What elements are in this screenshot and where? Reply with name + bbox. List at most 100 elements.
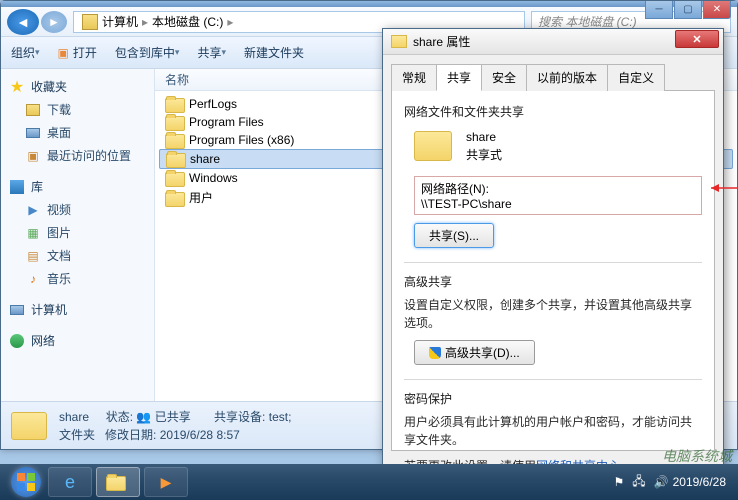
tray-network-icon[interactable]: 🖧: [632, 472, 645, 493]
pictures-label: 图片: [47, 224, 71, 241]
dialog-titlebar[interactable]: share 属性: [383, 29, 723, 55]
nav-back-button[interactable]: ◄: [7, 9, 39, 35]
network-label: 网络: [31, 332, 55, 349]
maximize-button[interactable]: ▢: [674, 1, 702, 19]
advanced-share-label: 高级共享(D)...: [445, 346, 520, 360]
sidebar-item-network[interactable]: 网络: [3, 329, 152, 352]
sidebar-item-desktop[interactable]: 桌面: [3, 121, 152, 144]
sidebar-item-computer[interactable]: 计算机: [3, 298, 152, 321]
breadcrumb-computer[interactable]: 计算机: [102, 13, 138, 30]
file-name: 用户: [189, 189, 213, 206]
folder-icon: [165, 191, 183, 205]
system-tray: ⚑ 🖧 🔊 2019/6/28: [610, 472, 733, 493]
status-date-label: 修改日期:: [105, 428, 156, 442]
folder-icon: [165, 171, 183, 185]
section-network-share-title: 网络文件和文件夹共享: [404, 103, 702, 120]
organize-menu[interactable]: 组织: [11, 44, 40, 61]
sidebar-item-music[interactable]: ♪音乐: [3, 267, 152, 290]
tray-volume-icon[interactable]: 🔊: [654, 475, 669, 489]
computer-icon: [9, 302, 25, 318]
start-button[interactable]: [6, 466, 46, 498]
status-type: 文件夹: [59, 428, 95, 442]
share-info-block: share 共享式: [414, 128, 702, 164]
shield-icon: [429, 347, 441, 359]
tray-flag-icon[interactable]: ⚑: [614, 475, 625, 489]
status-state-value: 已共享: [155, 410, 191, 424]
file-name: Program Files: [189, 115, 264, 129]
section-advanced-title: 高级共享: [404, 273, 702, 290]
sidebar-favorites-header[interactable]: ★ 收藏夹: [3, 75, 152, 98]
advanced-share-button[interactable]: 高级共享(D)...: [414, 340, 535, 365]
picture-icon: ▦: [25, 225, 41, 241]
divider: [404, 262, 702, 263]
computer-label: 计算机: [31, 301, 67, 318]
status-date-value: 2019/6/28 8:57: [160, 428, 240, 442]
file-name: share: [190, 152, 220, 166]
folder-icon: [391, 35, 407, 48]
status-sharedev-value: test;: [269, 410, 292, 424]
close-button[interactable]: ✕: [703, 1, 731, 19]
share-menu[interactable]: 共享: [197, 44, 226, 61]
sidebar-item-downloads[interactable]: 下载: [3, 98, 152, 121]
tab-general[interactable]: 常规: [391, 64, 437, 91]
include-library-menu[interactable]: 包含到库中: [115, 44, 180, 61]
network-path-label: 网络路径(N):: [421, 180, 695, 197]
folder-icon: [166, 152, 184, 166]
status-name: share: [59, 410, 89, 424]
library-icon: [9, 179, 25, 195]
section-password-title: 密码保护: [404, 390, 702, 407]
annotation-arrow: [711, 187, 738, 188]
documents-label: 文档: [47, 247, 71, 264]
window-controls: ─ ▢ ✕: [644, 1, 731, 19]
open-button[interactable]: ▣打开: [58, 44, 97, 61]
advanced-desc: 设置自定义权限，创建多个共享，并设置其他高级共享选项。: [404, 296, 702, 332]
tab-sharing[interactable]: 共享: [436, 64, 482, 91]
star-icon: ★: [9, 79, 25, 95]
divider: [404, 379, 702, 380]
new-folder-button[interactable]: 新建文件夹: [244, 44, 304, 61]
desktop-icon: [25, 125, 41, 141]
folder-icon: [165, 97, 183, 111]
properties-dialog: share 属性 ✕ 常规 共享 安全 以前的版本 自定义 网络文件和文件夹共享…: [382, 28, 724, 482]
sidebar-item-videos[interactable]: ▶视频: [3, 198, 152, 221]
sidebar-item-recent[interactable]: ▣最近访问的位置: [3, 144, 152, 167]
taskbar-media-icon[interactable]: ▶: [144, 467, 188, 497]
minimize-button[interactable]: ─: [645, 1, 673, 19]
sidebar: ★ 收藏夹 下载 桌面 ▣最近访问的位置 库 ▶视频 ▦ 图片 ▤ 文档 ♪音乐 计算…: [1, 69, 155, 409]
dialog-close-button[interactable]: ✕: [675, 30, 719, 48]
folder-icon: [165, 115, 183, 129]
sidebar-item-pictures[interactable]: ▦ 图片: [3, 221, 152, 244]
folder-icon: [165, 133, 183, 147]
taskbar-ie-icon[interactable]: e: [48, 467, 92, 497]
status-sharedev-label: 共享设备:: [214, 410, 265, 424]
share-name: share: [466, 128, 502, 146]
nav-forward-button[interactable]: ►: [41, 11, 67, 33]
recent-icon: ▣: [25, 148, 41, 164]
taskbar-explorer-icon[interactable]: [96, 467, 140, 497]
file-name: Windows: [189, 171, 238, 185]
document-icon: ▤: [25, 248, 41, 264]
watermark: 电脑系统城: [662, 446, 732, 466]
taskbar: e ▶ ⚑ 🖧 🔊 2019/6/28: [0, 464, 738, 500]
tab-security[interactable]: 安全: [481, 64, 527, 91]
tab-customize[interactable]: 自定义: [607, 64, 665, 91]
breadcrumb-drive[interactable]: 本地磁盘 (C:): [152, 13, 223, 30]
desktop-label: 桌面: [47, 124, 71, 141]
video-icon: ▶: [25, 202, 41, 218]
status-folder-icon: [11, 412, 47, 440]
file-name: Program Files (x86): [189, 133, 294, 147]
sidebar-libraries-header[interactable]: 库: [3, 175, 152, 198]
dialog-title: share 属性: [413, 33, 470, 50]
sidebar-item-documents[interactable]: ▤ 文档: [3, 244, 152, 267]
network-path-box: 网络路径(N): \\TEST-PC\share: [414, 176, 702, 215]
tab-strip: 常规 共享 安全 以前的版本 自定义: [391, 63, 715, 91]
drive-icon: [82, 14, 98, 30]
music-icon: ♪: [25, 271, 41, 287]
tray-date[interactable]: 2019/6/28: [673, 475, 726, 489]
tab-previous-versions[interactable]: 以前的版本: [526, 64, 608, 91]
network-icon: [9, 333, 25, 349]
share-button[interactable]: 共享(S)...: [414, 223, 494, 248]
favorites-label: 收藏夹: [31, 78, 67, 95]
password-desc: 用户必须具有此计算机的用户帐户和密码，才能访问共享文件夹。: [404, 413, 702, 449]
status-text: share 状态: 👥 已共享 共享设备: test; 文件夹 修改日期: 20…: [59, 408, 291, 444]
